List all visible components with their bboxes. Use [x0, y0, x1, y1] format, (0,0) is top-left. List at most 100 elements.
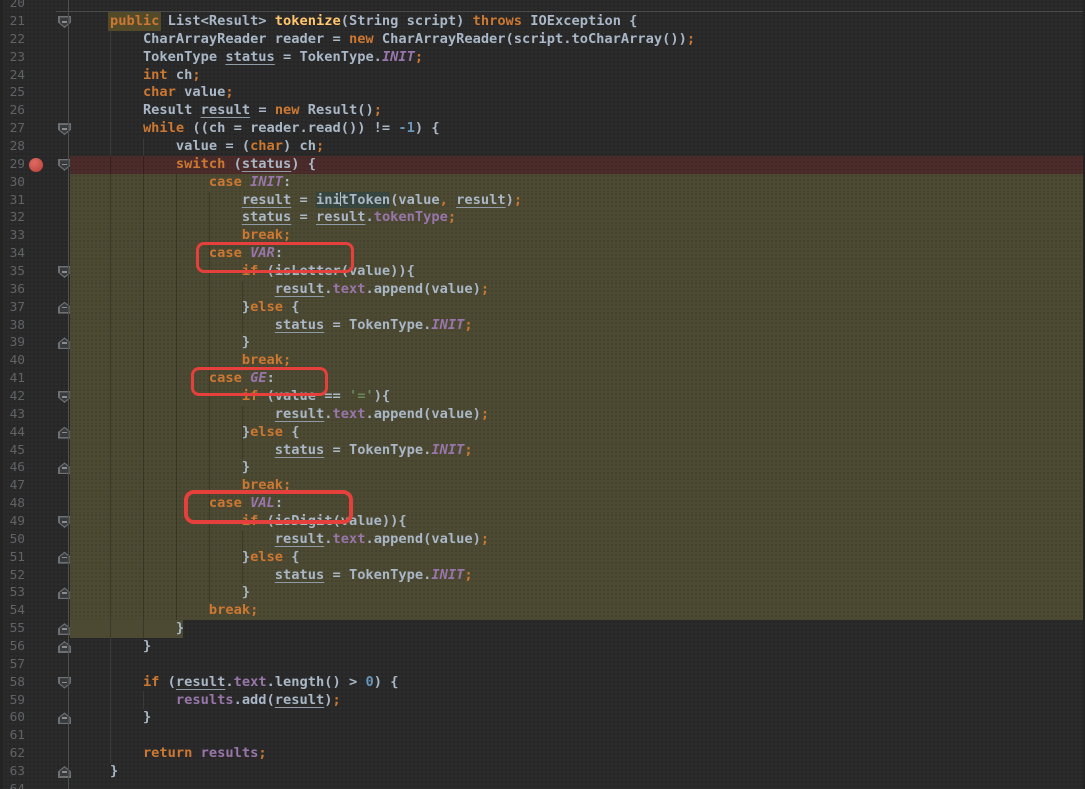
line-number[interactable]: 43	[0, 406, 25, 424]
code-text[interactable]: }	[77, 620, 1085, 638]
line-number[interactable]: 60	[0, 709, 25, 727]
code-text[interactable]: }	[77, 763, 1085, 781]
code-text[interactable]: }	[77, 334, 1085, 352]
line-number[interactable]: 29	[0, 156, 25, 174]
code-line[interactable]: 54 break;	[0, 602, 1085, 620]
code-line[interactable]: 62 return results;	[0, 745, 1085, 763]
line-number[interactable]: 28	[0, 138, 25, 156]
gutter[interactable]: 43	[0, 406, 70, 424]
gutter[interactable]: 46	[0, 459, 70, 477]
gutter[interactable]: 63	[0, 763, 70, 781]
code-text[interactable]: CharArrayReader reader = new CharArrayRe…	[77, 31, 1085, 49]
code-text[interactable]: case INIT:	[77, 174, 1085, 192]
code-line[interactable]: 40 break;	[0, 352, 1085, 370]
code-line[interactable]: 22 CharArrayReader reader = new CharArra…	[0, 31, 1085, 49]
code-line[interactable]: 30 case INIT:	[0, 174, 1085, 192]
code-text[interactable]: char value;	[77, 84, 1085, 102]
gutter[interactable]: 60	[0, 709, 70, 727]
code-text[interactable]: value = (char) ch;	[77, 138, 1085, 156]
code-line[interactable]: 56 }	[0, 638, 1085, 656]
code-line[interactable]: 39 }	[0, 334, 1085, 352]
code-text[interactable]: result = initToken(value, result);	[77, 192, 1085, 210]
code-line[interactable]: 53 }	[0, 584, 1085, 602]
code-line[interactable]: 52 status = TokenType.INIT;	[0, 567, 1085, 585]
line-number[interactable]: 33	[0, 227, 25, 245]
code-text[interactable]: status = TokenType.INIT;	[77, 567, 1085, 585]
line-number[interactable]: 21	[0, 13, 25, 31]
line-number[interactable]: 37	[0, 299, 25, 317]
code-text[interactable]: public List<Result> tokenize(String scri…	[77, 13, 1085, 31]
line-number[interactable]: 23	[0, 49, 25, 67]
gutter[interactable]: 59	[0, 692, 70, 710]
code-text[interactable]: result.text.append(value);	[77, 281, 1085, 299]
line-number[interactable]: 44	[0, 424, 25, 442]
code-line[interactable]: 43 result.text.append(value);	[0, 406, 1085, 424]
gutter[interactable]: 25	[0, 84, 70, 102]
code-line[interactable]: 38 status = TokenType.INIT;	[0, 317, 1085, 335]
gutter[interactable]: 33	[0, 227, 70, 245]
line-number[interactable]: 63	[0, 763, 25, 781]
gutter[interactable]: 54	[0, 602, 70, 620]
line-number[interactable]: 51	[0, 549, 25, 567]
gutter[interactable]: 39	[0, 334, 70, 352]
line-number[interactable]: 57	[0, 656, 25, 674]
code-line[interactable]: 28 value = (char) ch;	[0, 138, 1085, 156]
line-number[interactable]: 32	[0, 209, 25, 227]
code-text[interactable]: Result result = new Result();	[77, 102, 1085, 120]
gutter[interactable]: 62	[0, 745, 70, 763]
gutter[interactable]: 23	[0, 49, 70, 67]
gutter[interactable]: 57	[0, 656, 70, 674]
code-text[interactable]: while ((ch = reader.read()) != -1) {	[77, 120, 1085, 138]
code-line[interactable]: 46 }	[0, 459, 1085, 477]
gutter[interactable]: 22	[0, 31, 70, 49]
line-number[interactable]: 45	[0, 442, 25, 460]
gutter[interactable]: 47	[0, 477, 70, 495]
gutter[interactable]: 44	[0, 424, 70, 442]
line-number[interactable]: 25	[0, 84, 25, 102]
code-line[interactable]: 64	[0, 781, 1085, 789]
code-text[interactable]: result.text.append(value);	[77, 531, 1085, 549]
code-line[interactable]: 48 case VAL:	[0, 495, 1085, 513]
line-number[interactable]: 30	[0, 174, 25, 192]
code-line[interactable]: 37 }else {	[0, 299, 1085, 317]
code-line[interactable]: 21 public List<Result> tokenize(String s…	[0, 13, 1085, 31]
gutter[interactable]: 51	[0, 549, 70, 567]
code-line[interactable]: 59 results.add(result);	[0, 692, 1085, 710]
line-number[interactable]: 58	[0, 674, 25, 692]
line-number[interactable]: 64	[0, 781, 25, 789]
gutter[interactable]: 48	[0, 495, 70, 513]
code-line[interactable]: 23 TokenType status = TokenType.INIT;	[0, 49, 1085, 67]
code-text[interactable]: results.add(result);	[77, 692, 1085, 710]
code-line[interactable]: 32 status = result.tokenType;	[0, 209, 1085, 227]
line-number[interactable]: 22	[0, 31, 25, 49]
gutter[interactable]: 32	[0, 209, 70, 227]
line-number[interactable]: 31	[0, 192, 25, 210]
line-number[interactable]: 53	[0, 584, 25, 602]
gutter[interactable]: 30	[0, 174, 70, 192]
gutter[interactable]: 26	[0, 102, 70, 120]
code-line[interactable]: 47 break;	[0, 477, 1085, 495]
gutter[interactable]: 34	[0, 245, 70, 263]
gutter[interactable]: 31	[0, 192, 70, 210]
gutter[interactable]: 64	[0, 781, 70, 789]
code-text[interactable]: }	[77, 584, 1085, 602]
gutter[interactable]: 21	[0, 13, 70, 31]
code-line[interactable]: 50 result.text.append(value);	[0, 531, 1085, 549]
gutter[interactable]: 52	[0, 567, 70, 585]
line-number[interactable]: 20	[0, 0, 25, 13]
gutter[interactable]: 45	[0, 442, 70, 460]
code-line[interactable]: 33 break;	[0, 227, 1085, 245]
code-text[interactable]: TokenType status = TokenType.INIT;	[77, 49, 1085, 67]
gutter[interactable]: 53	[0, 584, 70, 602]
code-line[interactable]: 24 int ch;	[0, 67, 1085, 85]
line-number[interactable]: 36	[0, 281, 25, 299]
gutter[interactable]: 55	[0, 620, 70, 638]
line-number[interactable]: 41	[0, 370, 25, 388]
code-text[interactable]: if (result.text.length() > 0) {	[77, 674, 1085, 692]
code-line[interactable]: 44 }else {	[0, 424, 1085, 442]
line-number[interactable]: 47	[0, 477, 25, 495]
code-text[interactable]: status = TokenType.INIT;	[77, 317, 1085, 335]
code-line[interactable]: 34 case VAR:	[0, 245, 1085, 263]
gutter[interactable]: 35	[0, 263, 70, 281]
line-number[interactable]: 59	[0, 692, 25, 710]
